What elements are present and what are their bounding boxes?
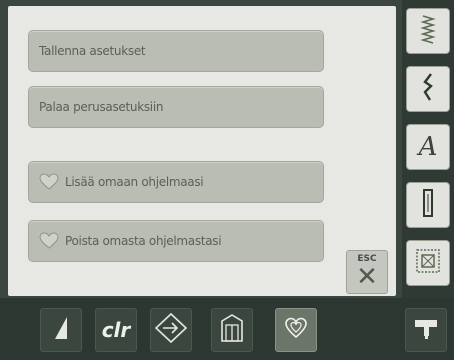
- heart-icon: [39, 231, 61, 251]
- menu-screen: Tallenna asetukset Palaa perusasetuksiin…: [8, 6, 396, 296]
- clear-button[interactable]: clr: [95, 308, 137, 352]
- zigzag-stitch-button[interactable]: [406, 8, 450, 54]
- right-sidebar: A: [402, 0, 454, 298]
- memory-icon: [218, 313, 246, 347]
- tension-button[interactable]: [40, 308, 82, 352]
- heart-icon: [284, 317, 308, 343]
- buttonhole-icon: [422, 188, 434, 222]
- reset-defaults-label: Palaa perusasetuksiin: [39, 100, 164, 114]
- save-settings-label: Tallenna asetukset: [39, 44, 146, 58]
- machine-icon: [412, 316, 440, 344]
- bottom-toolbar: clr: [0, 298, 454, 360]
- reset-defaults-button[interactable]: Palaa perusasetuksiin: [28, 86, 324, 128]
- add-to-program-label: Lisää omaan ohjelmaasi: [65, 175, 204, 189]
- remove-from-program-button[interactable]: Poista omasta ohjelmastasi: [28, 220, 324, 262]
- save-settings-button[interactable]: Tallenna asetukset: [28, 30, 324, 72]
- heart-icon: [39, 172, 61, 192]
- clear-label: clr: [101, 318, 131, 342]
- esc-button[interactable]: ESC ✕: [346, 250, 388, 294]
- decorative-stitch-button[interactable]: [406, 66, 450, 112]
- personal-program-button[interactable]: [275, 308, 317, 352]
- select-button[interactable]: [150, 308, 192, 352]
- buttonhole-button[interactable]: [406, 182, 450, 228]
- select-icon: [154, 312, 188, 348]
- close-icon: ✕: [356, 262, 378, 292]
- tension-icon: [51, 315, 71, 345]
- zigzag-stitch-icon: [420, 14, 436, 48]
- alphabet-label: A: [418, 132, 438, 162]
- quilt-icon: [415, 248, 441, 278]
- quilt-button[interactable]: [406, 240, 450, 286]
- memory-button[interactable]: [211, 308, 253, 352]
- decorative-stitch-icon: [420, 72, 436, 106]
- machine-settings-button[interactable]: [405, 308, 447, 352]
- add-to-program-button[interactable]: Lisää omaan ohjelmaasi: [28, 161, 324, 203]
- remove-from-program-label: Poista omasta ohjelmastasi: [65, 234, 222, 248]
- alphabet-button[interactable]: A: [406, 124, 450, 170]
